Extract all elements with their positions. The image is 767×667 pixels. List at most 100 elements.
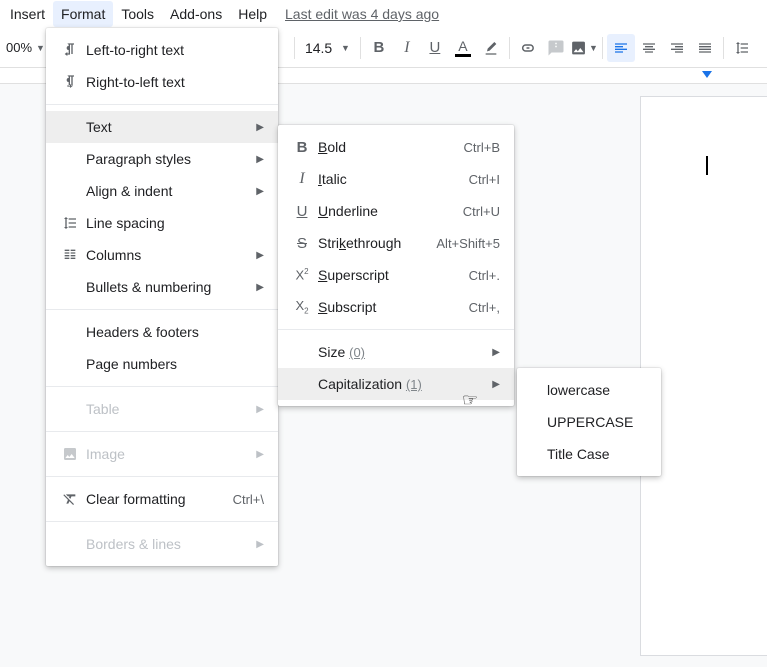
shortcut: Ctrl+.: [469, 268, 500, 283]
separator: [294, 37, 295, 59]
ruler-indent-marker[interactable]: [702, 71, 712, 78]
underline-button[interactable]: U: [421, 34, 449, 62]
separator: [46, 386, 278, 387]
rtl-icon: [58, 74, 82, 90]
chevron-down-icon: ▼: [589, 43, 598, 53]
menuitem-align-indent[interactable]: Align & indent ▶: [46, 175, 278, 207]
menuitem-label: Table: [82, 401, 248, 417]
menuitem-headers-footers[interactable]: Headers & footers: [46, 316, 278, 348]
menu-help[interactable]: Help: [230, 1, 275, 27]
italic-button[interactable]: I: [393, 34, 421, 62]
zoom-value: 00%: [6, 40, 32, 55]
menuitem-uppercase[interactable]: UPPERCASE: [517, 406, 661, 438]
ltr-icon: [58, 42, 82, 58]
menuitem-columns[interactable]: Columns ▶: [46, 239, 278, 271]
separator: [360, 37, 361, 59]
line-spacing-button[interactable]: [728, 34, 756, 62]
chevron-right-icon: ▶: [256, 449, 264, 460]
menuitem-label: Borders & lines: [82, 536, 248, 552]
menuitem-label: Clear formatting: [82, 491, 233, 507]
insert-link-button[interactable]: [514, 34, 542, 62]
menuitem-subscript[interactable]: X2 Subscript Ctrl+,: [278, 291, 514, 323]
chevron-right-icon: ▶: [256, 282, 264, 293]
menuitem-label: Line spacing: [82, 215, 264, 231]
chevron-right-icon: ▶: [256, 154, 264, 165]
menuitem-label: Strikethrough: [314, 235, 436, 251]
menu-addons[interactable]: Add-ons: [162, 1, 230, 27]
menuitem-superscript[interactable]: X2 Superscript Ctrl+.: [278, 259, 514, 291]
menuitem-underline[interactable]: U Underline Ctrl+U: [278, 195, 514, 227]
menuitem-label: Capitalization (1): [314, 376, 484, 392]
font-size-field[interactable]: 14.5 ▼: [299, 40, 356, 56]
menuitem-bold[interactable]: B Bold Ctrl+B: [278, 131, 514, 163]
text-color-button[interactable]: A: [449, 34, 477, 62]
menuitem-label: Size (0): [314, 344, 484, 360]
bold-button[interactable]: B: [365, 34, 393, 62]
menuitem-label: Headers & footers: [82, 324, 264, 340]
separator: [46, 431, 278, 432]
chevron-right-icon: ▶: [256, 539, 264, 550]
align-left-button[interactable]: [607, 34, 635, 62]
menuitem-bullets-numbering[interactable]: Bullets & numbering ▶: [46, 271, 278, 303]
align-center-button[interactable]: [635, 34, 663, 62]
zoom-dropdown[interactable]: 00% ▼: [2, 40, 49, 55]
menuitem-image: Image ▶: [46, 438, 278, 470]
menuitem-size[interactable]: Size (0) ▶: [278, 336, 514, 368]
menuitem-ltr[interactable]: Left-to-right text: [46, 34, 278, 66]
text-submenu: B Bold Ctrl+B I Italic Ctrl+I U Underlin…: [278, 125, 514, 406]
subscript-icon: X2: [290, 298, 314, 316]
separator: [46, 521, 278, 522]
insert-image-button[interactable]: ▼: [570, 34, 598, 62]
menuitem-label: Underline: [314, 203, 463, 219]
text-cursor: [706, 156, 708, 175]
menuitem-title-case[interactable]: Title Case: [517, 438, 661, 470]
shortcut: Alt+Shift+5: [436, 236, 500, 251]
separator: [509, 37, 510, 59]
align-right-button[interactable]: [663, 34, 691, 62]
menuitem-label: Subscript: [314, 299, 469, 315]
menuitem-page-numbers[interactable]: Page numbers: [46, 348, 278, 380]
highlight-color-button[interactable]: [477, 34, 505, 62]
menuitem-label: Align & indent: [82, 183, 248, 199]
menuitem-lowercase[interactable]: lowercase: [517, 374, 661, 406]
separator: [723, 37, 724, 59]
separator: [46, 476, 278, 477]
menuitem-label: Superscript: [314, 267, 469, 283]
line-spacing-icon: [58, 215, 82, 231]
menuitem-capitalization[interactable]: Capitalization (1) ▶: [278, 368, 514, 400]
menuitem-strikethrough[interactable]: S Strikethrough Alt+Shift+5: [278, 227, 514, 259]
chevron-right-icon: ▶: [492, 379, 500, 390]
menuitem-rtl[interactable]: Right-to-left text: [46, 66, 278, 98]
underline-icon: U: [290, 203, 314, 220]
bold-icon: B: [290, 139, 314, 156]
align-justify-button[interactable]: [691, 34, 719, 62]
separator: [602, 37, 603, 59]
image-icon: [58, 446, 82, 462]
menu-tools[interactable]: Tools: [113, 1, 162, 27]
chevron-right-icon: ▶: [492, 347, 500, 358]
menuitem-label: lowercase: [529, 382, 647, 398]
menuitem-label: Text: [82, 119, 248, 135]
menuitem-italic[interactable]: I Italic Ctrl+I: [278, 163, 514, 195]
shortcut: Ctrl+\: [233, 492, 264, 507]
menuitem-borders-lines: Borders & lines ▶: [46, 528, 278, 560]
chevron-right-icon: ▶: [256, 250, 264, 261]
menuitem-line-spacing[interactable]: Line spacing: [46, 207, 278, 239]
menuitem-label: Page numbers: [82, 356, 264, 372]
menuitem-label: Columns: [82, 247, 248, 263]
shortcut: Ctrl+B: [464, 140, 500, 155]
menuitem-clear-formatting[interactable]: Clear formatting Ctrl+\: [46, 483, 278, 515]
insert-comment-button: [542, 34, 570, 62]
strikethrough-icon: S: [290, 235, 314, 252]
shortcut: Ctrl+U: [463, 204, 500, 219]
menuitem-text[interactable]: Text ▶: [46, 111, 278, 143]
menu-insert[interactable]: Insert: [2, 1, 53, 27]
chevron-right-icon: ▶: [256, 186, 264, 197]
menuitem-label: Right-to-left text: [82, 74, 264, 90]
last-edit-link[interactable]: Last edit was 4 days ago: [285, 6, 439, 22]
menuitem-paragraph-styles[interactable]: Paragraph styles ▶: [46, 143, 278, 175]
menu-format[interactable]: Format: [53, 1, 113, 27]
shortcut: Ctrl+,: [469, 300, 500, 315]
superscript-icon: X2: [290, 267, 314, 282]
columns-icon: [58, 247, 82, 263]
